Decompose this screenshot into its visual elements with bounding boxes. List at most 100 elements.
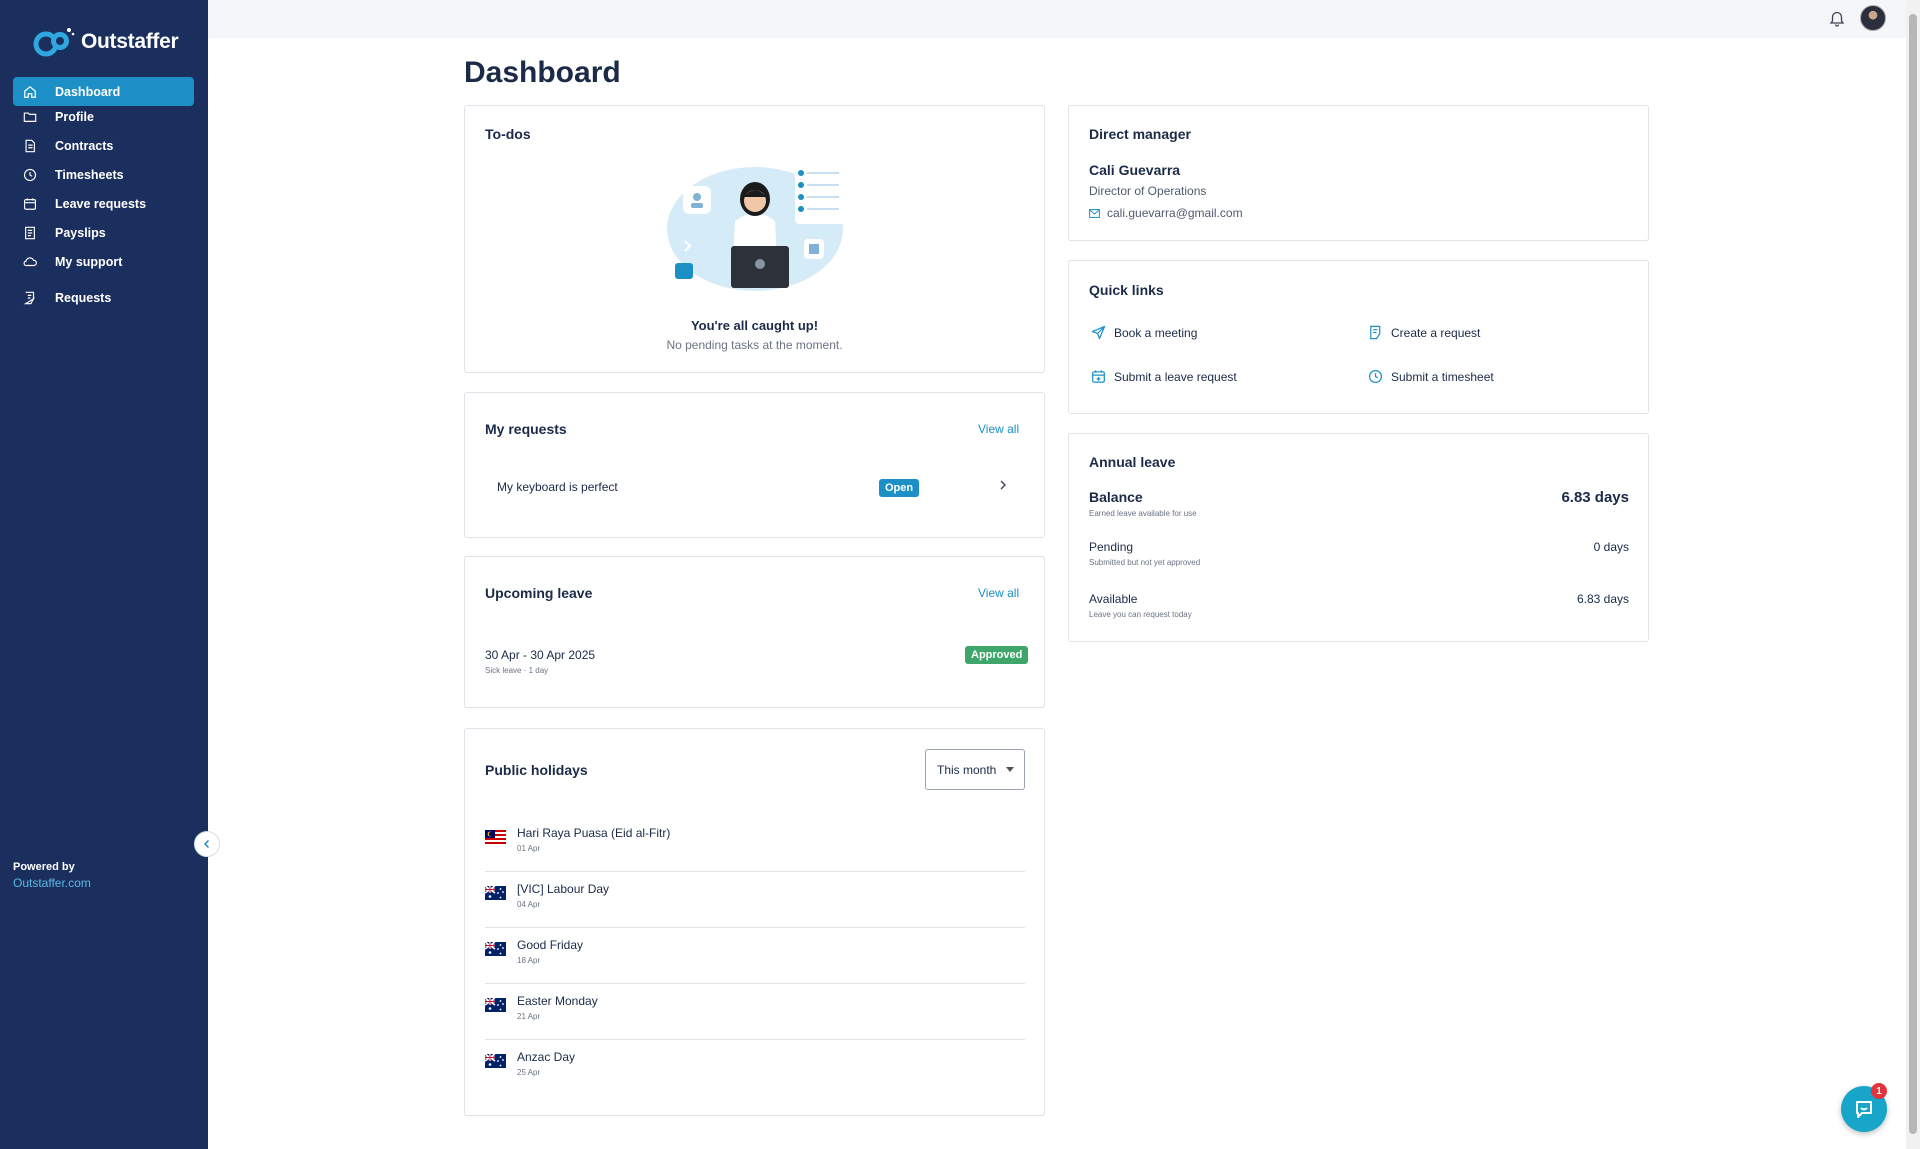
holidays-period-select[interactable]: This month [925, 749, 1025, 790]
chat-icon [1856, 1101, 1872, 1118]
scrollbar-thumb[interactable] [1909, 14, 1917, 1134]
manager-email-text: cali.guevarra@gmail.com [1107, 206, 1243, 220]
sidebar-item-payslips[interactable]: Payslips [13, 218, 194, 247]
quick-links-card: Quick links Book a meeting Create a requ… [1068, 260, 1649, 414]
holiday-name: Hari Raya Puasa (Eid al-Fitr) [517, 826, 671, 840]
quick-link-label: Submit a leave request [1114, 369, 1237, 384]
quick-link-label: Create a request [1391, 325, 1481, 340]
mail-icon [1089, 208, 1100, 218]
receipt-icon [23, 226, 37, 240]
calendar-add-icon [1092, 370, 1105, 383]
bell-icon[interactable] [1828, 10, 1846, 28]
manager-name: Cali Guevarra [1089, 162, 1181, 178]
leave-balance-row: Balance Earned leave available for use 6… [1089, 489, 1629, 518]
send-icon [1091, 325, 1106, 340]
leave-available-row: Available Leave you can request today 6.… [1089, 592, 1629, 619]
chevron-right-icon[interactable] [997, 477, 1009, 493]
caret-down-icon [1006, 767, 1014, 772]
collapse-sidebar-button[interactable] [194, 831, 220, 857]
sidebar-nav: Dashboard Profile Contracts Timesheets L… [13, 77, 194, 312]
public-holidays-card: Public holidays This month Hari Raya Pua… [464, 728, 1045, 1116]
leave-dates: 30 Apr - 30 Apr 2025 [485, 648, 596, 662]
direct-manager-title: Direct manager [1089, 126, 1191, 142]
holiday-date: 01 Apr [517, 844, 541, 853]
powered-by: Powered by Outstaffer.com [13, 861, 91, 890]
all-caught-up-illustration-icon [667, 166, 845, 291]
australia-flag-icon [485, 998, 506, 1012]
annual-leave-card: Annual leave Balance Earned leave availa… [1068, 433, 1649, 642]
holiday-date: 25 Apr [517, 1068, 541, 1077]
sidebar-item-requests[interactable]: Requests [13, 283, 194, 312]
list-item: Easter Monday 21 Apr [485, 984, 1025, 1040]
logo-mark-icon [33, 24, 75, 60]
holiday-date: 04 Apr [517, 900, 541, 909]
quick-links-title: Quick links [1089, 282, 1164, 298]
todos-title: To-dos [485, 126, 531, 142]
upcoming-leave-view-all-link[interactable]: View all [978, 586, 1019, 600]
holidays-period-value: This month [937, 762, 997, 777]
todos-card: To-dos You're all caught up! No pending … [464, 105, 1045, 373]
avatar[interactable] [1860, 5, 1886, 31]
holiday-name: [VIC] Labour Day [517, 882, 610, 896]
sidebar-item-label: Dashboard [55, 84, 121, 99]
list-item: Hari Raya Puasa (Eid al-Fitr) 01 Apr [485, 816, 1025, 872]
sidebar-item-label: My support [55, 254, 123, 269]
powered-by-link[interactable]: Outstaffer.com [13, 876, 91, 890]
holiday-date: 18 Apr [517, 956, 541, 965]
sidebar-item-leave-requests[interactable]: Leave requests [13, 189, 194, 218]
list-item: Anzac Day 25 Apr [485, 1040, 1025, 1096]
sidebar-item-my-support[interactable]: My support [13, 247, 194, 276]
manager-role: Director of Operations [1089, 184, 1207, 198]
logo[interactable]: Outstaffer [33, 24, 179, 60]
holiday-date: 21 Apr [517, 1012, 541, 1021]
my-requests-view-all-link[interactable]: View all [978, 422, 1019, 436]
australia-flag-icon [485, 942, 506, 956]
upcoming-leave-title: Upcoming leave [485, 585, 593, 601]
chevron-left-icon [203, 839, 210, 849]
sidebar-item-profile[interactable]: Profile [13, 102, 194, 131]
page-title: Dashboard [464, 56, 621, 89]
request-icon [1370, 325, 1381, 340]
malaysia-flag-icon [485, 830, 506, 844]
leave-pending-row: Pending Submitted but not yet approved 0… [1089, 540, 1629, 567]
quick-link-book-meeting[interactable]: Book a meeting [1091, 325, 1197, 340]
folder-icon [23, 110, 37, 124]
quick-link-submit-leave[interactable]: Submit a leave request [1091, 369, 1237, 384]
australia-flag-icon [485, 886, 506, 900]
leave-row-value: 6.83 days [1561, 489, 1629, 506]
sidebar-item-label: Payslips [55, 225, 106, 240]
leave-row-value: 0 days [1593, 540, 1629, 554]
status-badge: Open [879, 479, 920, 497]
direct-manager-card: Direct manager Cali Guevarra Director of… [1068, 105, 1649, 241]
chat-unread-badge: 1 [1871, 1083, 1887, 1099]
my-requests-card: My requests View all My keyboard is perf… [464, 392, 1045, 538]
leave-row-label: Pending [1089, 540, 1134, 554]
sidebar-item-timesheets[interactable]: Timesheets [13, 160, 194, 189]
clock-icon [23, 168, 37, 182]
list-item: Good Friday 18 Apr [485, 928, 1025, 984]
sidebar-item-label: Contracts [55, 138, 114, 153]
todos-heading: You're all caught up! [690, 318, 819, 333]
upcoming-leave-card: Upcoming leave View all 30 Apr - 30 Apr … [464, 556, 1045, 708]
manager-email[interactable]: cali.guevarra@gmail.com [1089, 206, 1243, 220]
annual-leave-title: Annual leave [1089, 454, 1176, 470]
holiday-name: Anzac Day [517, 1050, 576, 1064]
clock-icon [1368, 369, 1383, 384]
sidebar: Outstaffer Dashboard Profile Contracts T… [0, 0, 208, 1149]
powered-by-label: Powered by [13, 861, 75, 873]
sidebar-item-contracts[interactable]: Contracts [13, 131, 194, 160]
calendar-icon [23, 197, 37, 211]
leave-row-sub: Submitted but not yet approved [1089, 558, 1201, 567]
quick-link-label: Book a meeting [1114, 325, 1198, 340]
quick-link-label: Submit a timesheet [1391, 369, 1494, 384]
australia-flag-icon [485, 1054, 506, 1068]
page-scrollbar[interactable] [1906, 0, 1920, 1149]
holiday-name: Easter Monday [517, 994, 598, 1008]
quick-link-create-request[interactable]: Create a request [1368, 325, 1480, 340]
quick-link-submit-timesheet[interactable]: Submit a timesheet [1368, 369, 1494, 384]
sidebar-item-label: Leave requests [55, 196, 147, 211]
leave-row-value: 6.83 days [1576, 592, 1629, 606]
todos-subtext: No pending tasks at the moment. [666, 338, 843, 352]
public-holidays-title: Public holidays [485, 762, 588, 778]
list-item: [VIC] Labour Day 04 Apr [485, 872, 1025, 928]
